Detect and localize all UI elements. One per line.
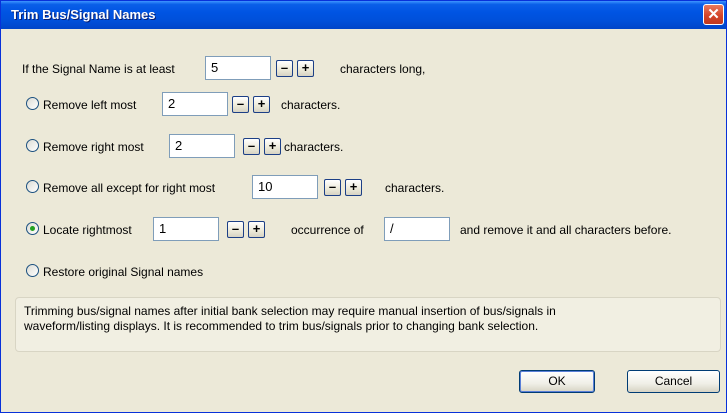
locate-count-input[interactable]: 1 [153, 217, 219, 241]
remove-right-minus-button[interactable]: – [243, 138, 260, 155]
remove-left-row: Remove left most 2 – + characters. [4, 92, 723, 118]
remove-right-row: Remove right most 2 – + characters. [4, 134, 723, 160]
note-line-1: Trimming bus/signal names after initial … [24, 304, 556, 318]
remove-left-suffix: characters. [281, 98, 341, 112]
remove-left-input[interactable]: 2 [162, 92, 228, 116]
restore-row: Restore original Signal names [4, 259, 723, 285]
remove-all-except-row: Remove all except for right most 10 – + … [4, 175, 723, 201]
threshold-row: If the Signal Name is at least 5 – + cha… [4, 56, 723, 82]
threshold-input[interactable]: 5 [205, 56, 271, 80]
remove-right-plus-button[interactable]: + [264, 138, 281, 155]
locate-suffix: and remove it and all characters before. [460, 223, 672, 237]
remove-all-except-input[interactable]: 10 [252, 175, 318, 199]
restore-radio[interactable] [26, 264, 39, 277]
threshold-suffix: characters long, [340, 62, 426, 76]
dialog-body: If the Signal Name is at least 5 – + cha… [4, 29, 723, 410]
remove-right-label[interactable]: Remove right most [43, 140, 144, 154]
locate-middle-label: occurrence of [291, 223, 364, 237]
threshold-minus-button[interactable]: – [276, 60, 293, 77]
locate-radio[interactable] [26, 222, 39, 235]
locate-delimiter-input[interactable]: / [384, 217, 450, 241]
remove-right-input[interactable]: 2 [169, 134, 235, 158]
remove-left-minus-button[interactable]: – [232, 96, 249, 113]
restore-label[interactable]: Restore original Signal names [43, 265, 203, 279]
threshold-label: If the Signal Name is at least [22, 62, 175, 76]
remove-left-radio[interactable] [26, 97, 39, 110]
info-note: Trimming bus/signal names after initial … [15, 297, 721, 352]
remove-all-except-plus-button[interactable]: + [345, 179, 362, 196]
close-icon: ✕ [707, 6, 720, 23]
remove-all-except-suffix: characters. [385, 181, 445, 195]
remove-all-except-radio[interactable] [26, 180, 39, 193]
trim-dialog: Trim Bus/Signal Names ✕ If the Signal Na… [0, 0, 727, 413]
note-line-2: waveform/listing displays. It is recomme… [24, 319, 539, 333]
ok-button[interactable]: OK [519, 370, 595, 393]
remove-left-label[interactable]: Remove left most [43, 98, 136, 112]
locate-row: Locate rightmost 1 – + occurrence of / a… [4, 217, 723, 243]
locate-label[interactable]: Locate rightmost [43, 223, 132, 237]
remove-all-except-minus-button[interactable]: – [324, 179, 341, 196]
threshold-plus-button[interactable]: + [297, 60, 314, 77]
cancel-button[interactable]: Cancel [627, 370, 720, 393]
locate-plus-button[interactable]: + [248, 221, 265, 238]
title-bar[interactable]: Trim Bus/Signal Names ✕ [1, 1, 726, 29]
remove-left-plus-button[interactable]: + [253, 96, 270, 113]
remove-all-except-label[interactable]: Remove all except for right most [43, 181, 215, 195]
locate-minus-button[interactable]: – [227, 221, 244, 238]
remove-right-radio[interactable] [26, 139, 39, 152]
close-button[interactable]: ✕ [703, 4, 724, 25]
dialog-title: Trim Bus/Signal Names [11, 7, 156, 22]
remove-right-suffix: characters. [284, 140, 344, 154]
